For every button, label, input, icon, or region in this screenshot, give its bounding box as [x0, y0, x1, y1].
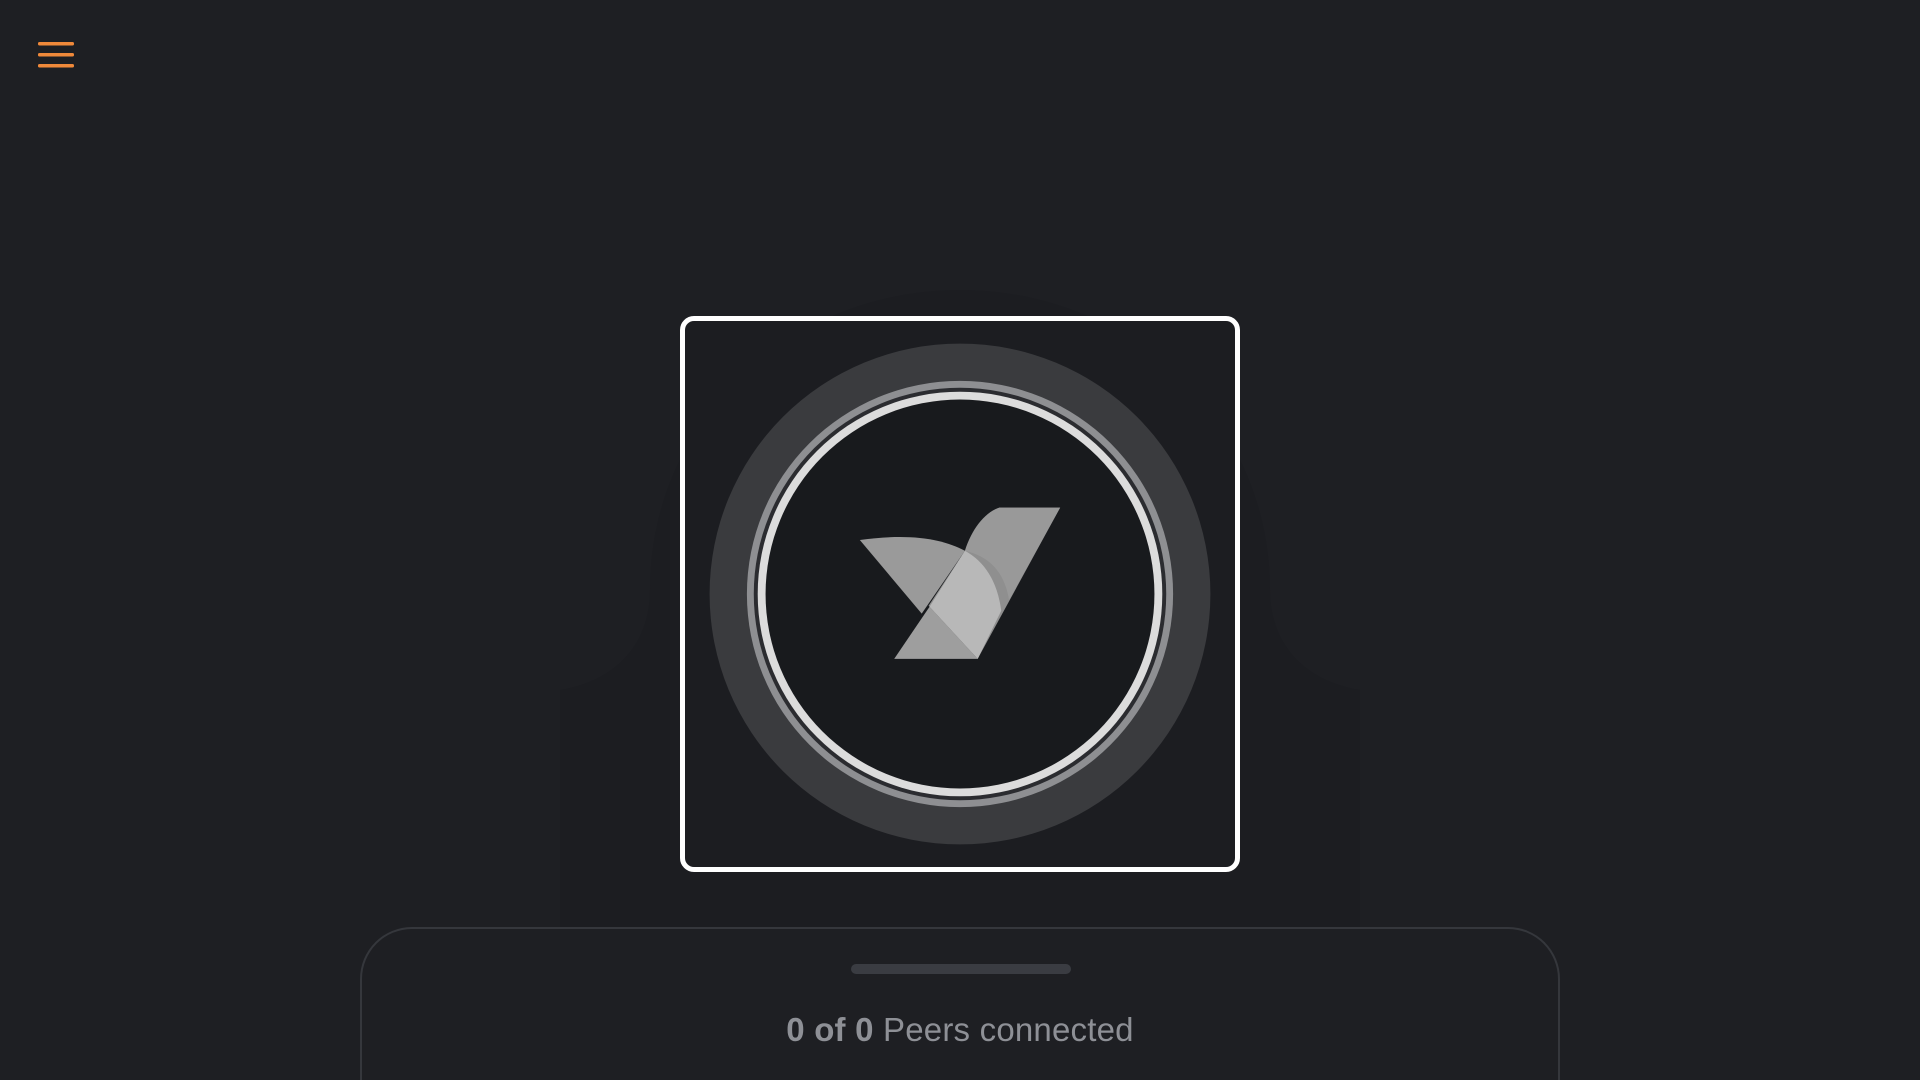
- connect-button[interactable]: [680, 316, 1240, 872]
- peers-count: 0 of 0: [786, 1011, 874, 1048]
- connect-dial: [709, 343, 1211, 845]
- sheet-drag-handle[interactable]: [851, 964, 1071, 974]
- peers-status: 0 of 0 Peers connected: [362, 1011, 1558, 1049]
- menu-button[interactable]: [24, 30, 88, 80]
- peers-label: Peers connected: [873, 1011, 1134, 1048]
- bottom-sheet[interactable]: 0 of 0 Peers connected: [360, 927, 1560, 1080]
- app-root: 0 of 0 Peers connected: [0, 0, 1920, 1080]
- hamburger-menu-icon: [38, 42, 74, 68]
